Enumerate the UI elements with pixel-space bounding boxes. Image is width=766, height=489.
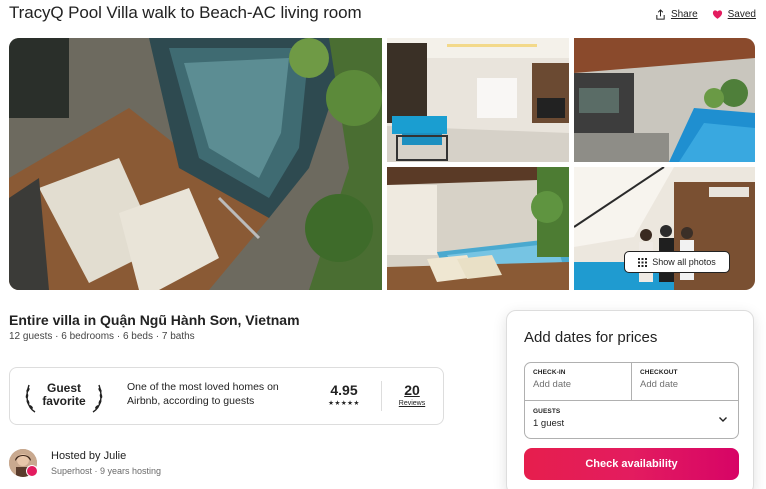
- checkout-field[interactable]: CHECKOUT Add date: [632, 363, 739, 400]
- checkin-label: CHECK-IN: [533, 369, 566, 376]
- reviews-label: Reviews: [398, 400, 426, 407]
- heart-icon: [712, 10, 722, 19]
- guest-favorite-label: Guest favorite: [24, 382, 104, 408]
- share-button[interactable]: Share: [655, 9, 698, 20]
- check-availability-button[interactable]: Check availability: [524, 448, 739, 480]
- checkout-label: CHECKOUT: [640, 369, 678, 376]
- guest-favorite-label-line1: Guest: [46, 381, 81, 395]
- host-name: Hosted by Julie: [51, 450, 127, 462]
- guests-dropdown[interactable]: GUESTS 1 guest: [525, 400, 738, 438]
- photo-living-room[interactable]: [387, 38, 569, 162]
- photo-indoor-pool-kitchen[interactable]: [574, 38, 755, 162]
- show-all-photos-label: Show all photos: [652, 257, 716, 267]
- booking-card: Add dates for prices CHECK-IN Add date C…: [506, 310, 754, 489]
- photo-main-pool-aerial[interactable]: [9, 38, 382, 290]
- share-label: Share: [670, 9, 698, 20]
- rating-summary: 4.95 ★★★★★: [323, 382, 365, 407]
- superhost-badge-icon: [26, 465, 38, 477]
- rating-stars: ★★★★★: [328, 400, 360, 407]
- reviews-link[interactable]: 20 Reviews: [391, 382, 433, 407]
- share-icon: [656, 9, 665, 20]
- booking-heading: Add dates for prices: [524, 329, 658, 346]
- listing-type-location: Entire villa in Quận Ngũ Hành Sơn, Vietn…: [9, 312, 300, 328]
- chevron-down-icon: [719, 417, 727, 422]
- title-actions: Share Saved: [655, 9, 756, 20]
- photo-pool-loungers[interactable]: [387, 167, 569, 290]
- guest-favorite-card[interactable]: Guest favorite One of the most loved hom…: [9, 367, 444, 425]
- guests-value: 1 guest: [533, 418, 565, 429]
- reviews-count: 20: [404, 382, 420, 398]
- checkout-value: Add date: [640, 379, 679, 390]
- checkin-field[interactable]: CHECK-IN Add date: [525, 363, 632, 400]
- checkin-value: Add date: [533, 379, 572, 390]
- listing-capacity-details: 12 guests · 6 bedrooms · 6 beds · 7 bath…: [9, 331, 195, 342]
- grid-icon: [638, 257, 648, 267]
- guests-label: GUESTS: [533, 408, 561, 415]
- guest-favorite-description: One of the most loved homes on Airbnb, a…: [127, 381, 279, 407]
- date-guest-selector: CHECK-IN Add date CHECKOUT Add date GUES…: [524, 362, 739, 439]
- guest-favorite-badge: Guest favorite: [24, 379, 104, 415]
- host-summary: Hosted by Julie Superhost · 9 years host…: [9, 448, 309, 483]
- saved-label: Saved: [727, 9, 756, 20]
- rating-value: 4.95: [330, 382, 358, 398]
- rating-divider: [381, 381, 382, 411]
- guest-favorite-label-line2: favorite: [42, 394, 86, 408]
- show-all-photos-button[interactable]: Show all photos: [624, 251, 730, 273]
- host-meta: Superhost · 9 years hosting: [51, 466, 162, 476]
- listing-title: TracyQ Pool Villa walk to Beach-AC livin…: [9, 3, 362, 22]
- saved-button[interactable]: Saved: [712, 9, 756, 20]
